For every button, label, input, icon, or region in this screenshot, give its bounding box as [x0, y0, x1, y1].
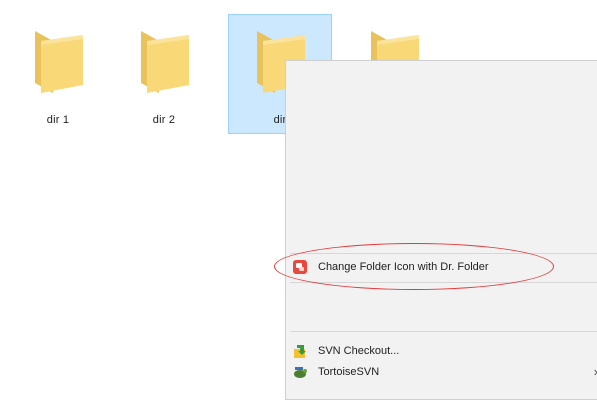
menu-item-change-folder-icon[interactable]: Change Folder Icon with Dr. Folder: [288, 256, 597, 278]
menu-separator: [290, 253, 597, 254]
svn-checkout-icon: [294, 345, 306, 358]
tortoisesvn-icon: [294, 367, 307, 378]
folder-dir-2[interactable]: dir 2: [112, 14, 216, 134]
menu-item-tortoisesvn[interactable]: TortoiseSVN ›: [288, 361, 597, 383]
dr-folder-icon: [293, 260, 307, 274]
menu-item-label: SVN Checkout...: [318, 345, 400, 357]
folder-icon: [35, 31, 83, 93]
menu-separator: [290, 282, 597, 283]
context-menu: Change Folder Icon with Dr. Folder SVN C…: [285, 60, 597, 400]
menu-item-label: TortoiseSVN: [318, 366, 380, 378]
menu-item-label: Change Folder Icon with Dr. Folder: [318, 261, 489, 273]
folder-dir-1[interactable]: dir 1: [6, 14, 110, 134]
menu-item-svn-checkout[interactable]: SVN Checkout...: [288, 340, 597, 362]
folder-label: dir 2: [152, 114, 176, 126]
submenu-arrow-icon: ›: [594, 361, 597, 383]
folder-icon: [141, 31, 189, 93]
menu-separator: [290, 331, 597, 332]
folder-label: dir 1: [46, 114, 70, 126]
